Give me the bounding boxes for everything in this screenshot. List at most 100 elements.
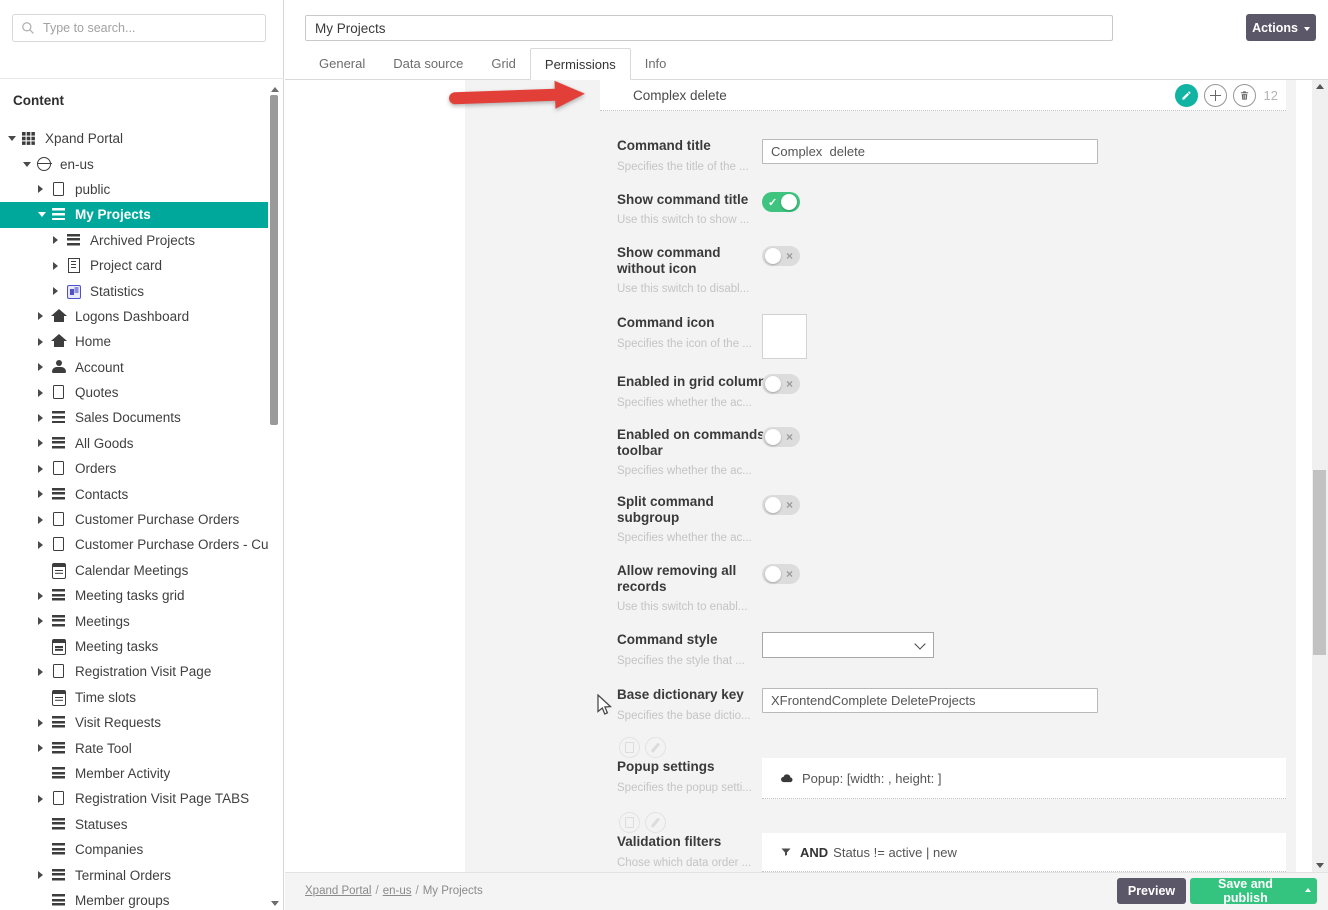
caret-right-icon[interactable] [38,617,51,625]
tree-item-statuses[interactable]: Statuses [0,812,268,837]
sidebar-search-box[interactable] [12,14,266,42]
tree-item-registration-visit-page[interactable]: Registration Visit Page [0,659,268,684]
caret-right-icon[interactable] [38,185,51,193]
tab-info[interactable]: Info [631,48,681,79]
caret-right-icon[interactable] [53,287,66,295]
tree-item-my-projects[interactable]: My Projects [0,202,268,227]
base-dictionary-key-input[interactable] [762,688,1098,713]
tab-general[interactable]: General [305,48,379,79]
caret-right-icon[interactable] [53,262,66,270]
breadcrumb-item-en-us[interactable]: en-us [383,885,412,897]
tree-item-visit-requests[interactable]: Visit Requests [0,710,268,735]
tree-item-archived-projects[interactable]: Archived Projects [0,228,268,253]
caret-right-icon[interactable] [38,490,51,498]
content-scrollbar[interactable] [1312,80,1328,872]
caret-right-icon[interactable] [38,338,51,346]
tree-item-customer-purchase-orders[interactable]: Customer Purchase Orders [0,507,268,532]
tree-item-sales-documents[interactable]: Sales Documents [0,405,268,430]
sidebar-scroll-down-icon[interactable] [271,901,279,906]
content-scrollbar-thumb[interactable] [1313,470,1326,655]
search-input[interactable] [41,20,257,36]
allow-removing-all-records-toggle[interactable]: × [762,564,800,584]
caret-right-icon[interactable] [38,541,51,549]
content-scroll-down-icon[interactable] [1316,863,1324,868]
caret-right-icon[interactable] [38,719,51,727]
command-icon-picker[interactable] [762,314,807,359]
tree-item-statistics[interactable]: Statistics [0,278,268,303]
save-and-publish-button[interactable]: Save and publish [1190,878,1317,904]
tree-item-project-card[interactable]: Project card [0,253,268,278]
add-icon[interactable] [1204,84,1227,107]
enabled-on-commands-toolbar-toggle[interactable]: × [762,427,800,447]
show-command-without-icon-toggle[interactable]: × [762,246,800,266]
tree-item-quotes[interactable]: Quotes [0,380,268,405]
sidebar-scrollbar-thumb[interactable] [270,95,278,425]
list-icon [51,410,67,425]
caret-right-icon[interactable] [38,795,51,803]
caret-right-icon[interactable] [38,363,51,371]
tab-permissions[interactable]: Permissions [530,48,631,80]
command-title-input[interactable] [762,139,1098,164]
edit-icon[interactable] [1175,84,1198,107]
caret-right-icon[interactable] [38,414,51,422]
tab-grid[interactable]: Grid [477,48,530,79]
tree-item-member-activity[interactable]: Member Activity [0,761,268,786]
caret-right-icon[interactable] [38,871,51,879]
tree-item-time-slots[interactable]: Time slots [0,685,268,710]
tree-item-meetings[interactable]: Meetings [0,608,268,633]
tab-data-source[interactable]: Data source [379,48,477,79]
tree-item-registration-visit-page-tabs[interactable]: Registration Visit Page TABS [0,786,268,811]
command-style-select[interactable] [762,632,934,658]
tree-item-customer-purchase-orders-custome[interactable]: Customer Purchase Orders - Custome [0,532,268,557]
page-title-input[interactable] [305,15,1113,41]
preview-button[interactable]: Preview [1117,878,1186,904]
chevron-up-icon[interactable] [1305,888,1311,892]
tree-item-contacts[interactable]: Contacts [0,481,268,506]
breadcrumb-item-xpand-portal[interactable]: Xpand Portal [305,885,372,897]
caret-down-icon[interactable] [8,136,21,141]
caret-right-icon[interactable] [38,744,51,752]
caret-right-icon[interactable] [38,592,51,600]
tree-item-xpand-portal[interactable]: Xpand Portal [0,126,268,151]
tree-item-logons-dashboard[interactable]: Logons Dashboard [0,304,268,329]
caret-down-icon[interactable] [38,212,51,217]
split-command-subgroup-toggle[interactable]: × [762,495,800,515]
tree-item-en-us[interactable]: en-us [0,151,268,176]
tree-item-public[interactable]: public [0,177,268,202]
tree-item-account[interactable]: Account [0,355,268,380]
tree-item-calendar-meetings[interactable]: Calendar Meetings [0,558,268,583]
copy-settings-icon[interactable] [619,737,640,758]
tree-item-companies[interactable]: Companies [0,837,268,862]
caret-right-icon[interactable] [38,439,51,447]
caret-right-icon[interactable] [53,236,66,244]
tree-item-member-groups[interactable]: Member groups [0,888,268,910]
tree-item-meeting-tasks[interactable]: Meeting tasks [0,634,268,659]
tree-item-terminal-orders[interactable]: Terminal Orders [0,862,268,887]
caret-right-icon[interactable] [38,465,51,473]
enabled-in-grid-column-toggle[interactable]: × [762,374,800,394]
edit-settings-icon[interactable] [645,737,666,758]
copy-filters-icon[interactable] [619,812,640,833]
caret-right-icon[interactable] [38,312,51,320]
edit-filters-icon[interactable] [645,812,666,833]
tree-item-rate-tool[interactable]: Rate Tool [0,735,268,760]
sidebar-scrollbar[interactable] [268,84,281,910]
caret-right-icon[interactable] [38,668,51,676]
popup-settings-panel[interactable]: Popup: [width: , height: ] [762,758,1286,799]
tree-item-home[interactable]: Home [0,329,268,354]
actions-button[interactable]: Actions [1246,14,1316,41]
sidebar-scroll-up-icon[interactable] [271,87,279,92]
show-command-title-toggle[interactable]: ✓ [762,192,800,212]
content-scroll-up-icon[interactable] [1316,84,1324,89]
tree-item-meeting-tasks-grid[interactable]: Meeting tasks grid [0,583,268,608]
delete-icon[interactable] [1233,84,1256,107]
breadcrumb-separator: / [415,885,418,897]
tree-item-all-goods[interactable]: All Goods [0,431,268,456]
toggle-knob [781,194,797,210]
caret-right-icon[interactable] [38,516,51,524]
validation-filters-panel[interactable]: AND Status != active | new [762,833,1286,872]
caret-down-icon[interactable] [23,162,36,167]
caret-right-icon[interactable] [38,389,51,397]
tree-item-label: Rate Tool [75,741,132,756]
tree-item-orders[interactable]: Orders [0,456,268,481]
